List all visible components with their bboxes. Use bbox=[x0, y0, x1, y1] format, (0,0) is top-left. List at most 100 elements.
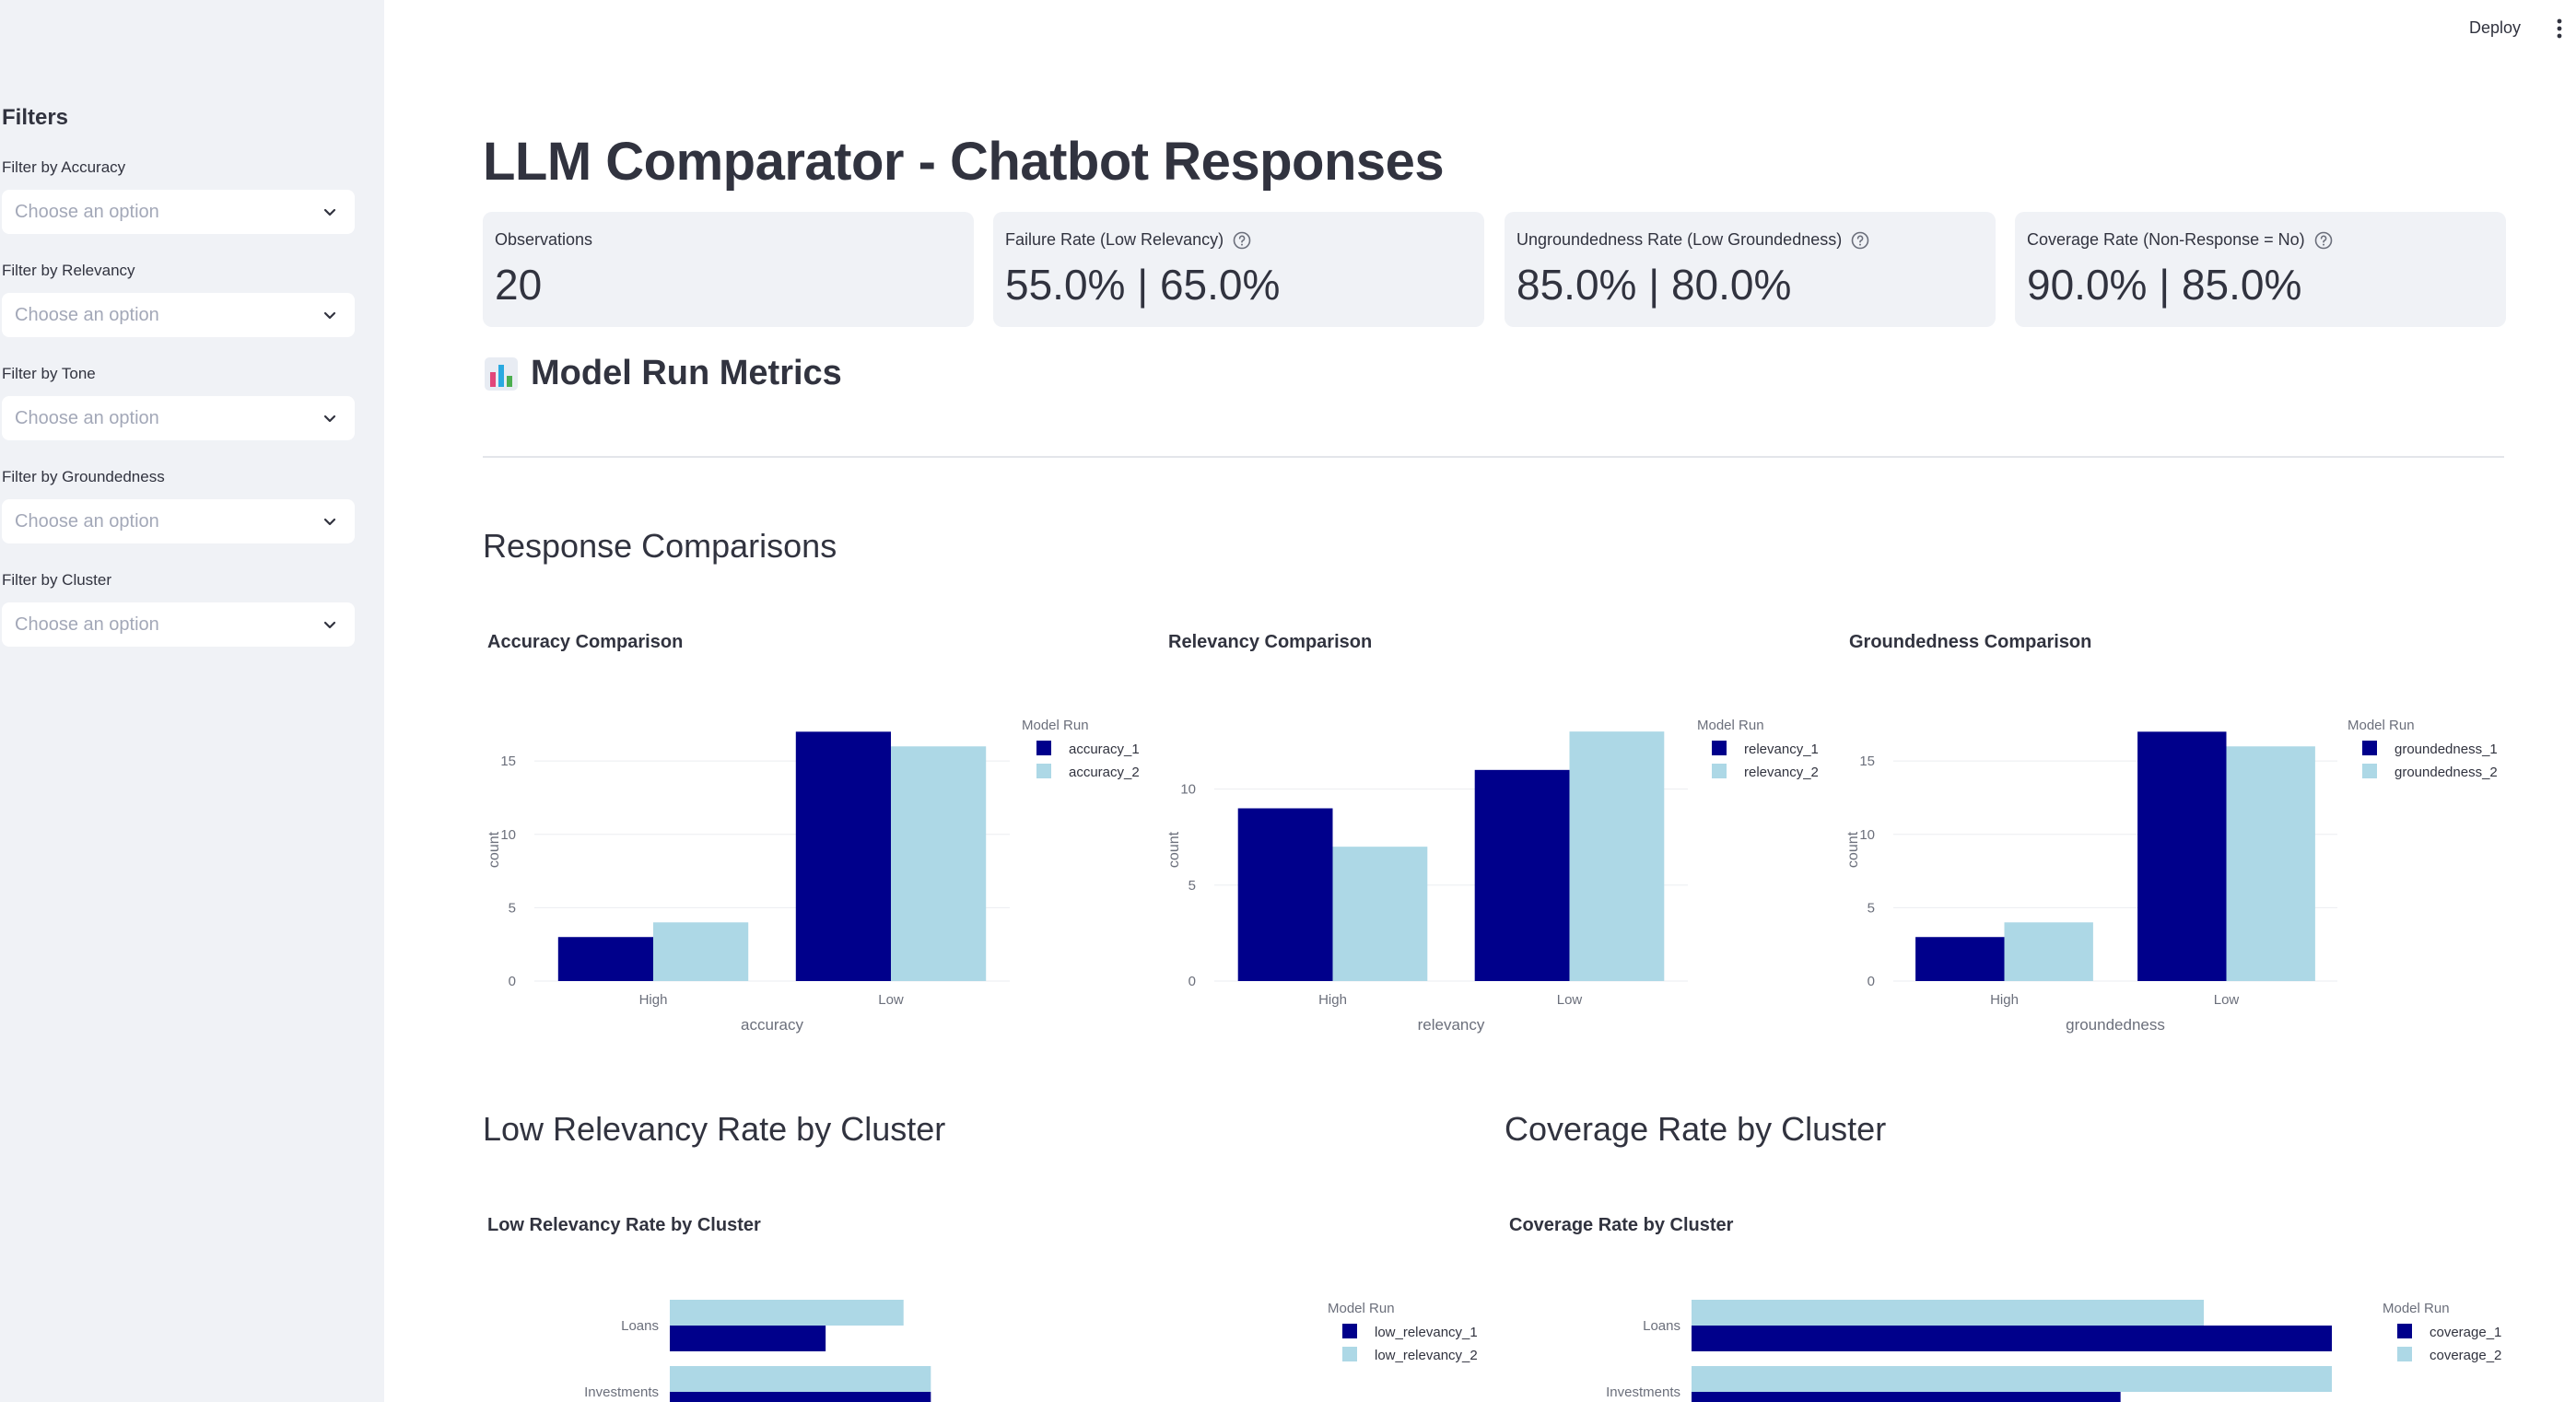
legend-swatch-accuracy_2 bbox=[1036, 764, 1051, 778]
bar-accuracy_2-high bbox=[653, 922, 749, 981]
sidebar: Filters Filter by Accuracy Choose an opt… bbox=[0, 0, 384, 1402]
y-tick-label: 10 bbox=[1859, 827, 1875, 843]
y-axis-label: count bbox=[486, 831, 502, 868]
chevron-down-icon bbox=[323, 311, 336, 320]
legend-swatch-groundedness_2 bbox=[2362, 764, 2377, 778]
y-tick-label: 15 bbox=[500, 754, 516, 769]
filter-relevancy-placeholder: Choose an option bbox=[15, 304, 159, 325]
help-icon[interactable] bbox=[1851, 231, 1869, 250]
filter-relevancy-select[interactable]: Choose an option bbox=[2, 293, 355, 337]
filter-cluster-placeholder: Choose an option bbox=[15, 613, 159, 635]
metric-failure-rate: Failure Rate (Low Relevancy) 55.0% | 65.… bbox=[993, 212, 1484, 327]
legend-label: coverage_1 bbox=[2430, 1325, 2501, 1340]
chart-title: Coverage Rate by Cluster bbox=[1509, 1215, 1734, 1235]
bar-relevancy_2-high bbox=[1332, 847, 1428, 981]
legend-label: groundedness_2 bbox=[2395, 765, 2498, 780]
metric-ungroundedness-rate: Ungroundedness Rate (Low Groundedness) 8… bbox=[1505, 212, 1996, 327]
filter-cluster-select[interactable]: Choose an option bbox=[2, 602, 355, 647]
chevron-down-icon bbox=[323, 518, 336, 526]
coverage-chart-svg: Loans Investments Model Run coverage_1cover… bbox=[1606, 1300, 2501, 1402]
coverage-cluster-chart: Coverage Rate by Cluster Loans Investment… bbox=[1505, 1209, 2518, 1402]
y-tick-label: 0 bbox=[509, 974, 516, 989]
bar-groundedness_1-high bbox=[1915, 937, 2005, 981]
legend-label: accuracy_1 bbox=[1069, 742, 1140, 757]
metric-label: Ungroundedness Rate (Low Groundedness) bbox=[1516, 230, 1843, 249]
y-tick-label: Loans bbox=[1643, 1318, 1680, 1334]
metric-label: Failure Rate (Low Relevancy) bbox=[1005, 230, 1224, 249]
legend-label: low_relevancy_1 bbox=[1375, 1325, 1478, 1340]
bar-groundedness_2-low bbox=[2226, 746, 2315, 981]
response-comparisons-title: Response Comparisons bbox=[483, 527, 837, 565]
y-tick-label: 5 bbox=[1868, 900, 1875, 916]
coverage-section-title: Coverage Rate by Cluster bbox=[1505, 1110, 1887, 1148]
filter-accuracy-placeholder: Choose an option bbox=[15, 201, 159, 222]
filter-groundedness-label: Filter by Groundedness bbox=[2, 468, 165, 485]
chart-title: Low Relevancy Rate by Cluster bbox=[487, 1215, 761, 1235]
y-tick-label: 10 bbox=[500, 827, 516, 843]
relevancy-comparison-chart: Relevancy Comparison 0 5 10 High Low relevanc… bbox=[1163, 626, 1826, 1050]
low-relevancy-cluster-chart: Low Relevancy Rate by Cluster Loans Inves… bbox=[483, 1209, 1496, 1402]
divider bbox=[483, 456, 2504, 458]
bar-accuracy_2-low bbox=[891, 746, 987, 981]
bar-accuracy_1-high bbox=[557, 937, 653, 981]
bar-relevancy_1-low bbox=[1474, 769, 1570, 981]
x-axis-label: accuracy bbox=[741, 1016, 804, 1034]
legend-title: Model Run bbox=[1697, 718, 1764, 733]
legend-title: Model Run bbox=[1022, 718, 1089, 733]
bar-relevancy_1-high bbox=[1237, 808, 1333, 981]
x-tick-label: Low bbox=[878, 992, 904, 1008]
x-tick-label: High bbox=[1990, 992, 2019, 1008]
bar-accuracy_1-low bbox=[795, 731, 891, 981]
bar-low_relevancy_1-loans bbox=[670, 1326, 826, 1351]
filter-accuracy-label: Filter by Accuracy bbox=[2, 158, 126, 176]
filter-groundedness-placeholder: Choose an option bbox=[15, 510, 159, 532]
section-title: Model Run Metrics bbox=[531, 354, 842, 392]
legend-swatch-groundedness_1 bbox=[2362, 741, 2377, 755]
chart-title: Accuracy Comparison bbox=[487, 632, 684, 652]
y-axis-label: count bbox=[1845, 831, 1861, 868]
y-tick-label: Loans bbox=[621, 1318, 659, 1334]
metric-coverage-rate: Coverage Rate (Non-Response = No) 90.0% … bbox=[2015, 212, 2506, 327]
filter-groundedness-select[interactable]: Choose an option bbox=[2, 499, 355, 543]
deploy-button[interactable]: Deploy bbox=[2469, 18, 2521, 38]
bar-groundedness_1-low bbox=[2137, 731, 2227, 981]
bar-groundedness_2-high bbox=[2004, 922, 2093, 981]
legend-label: groundedness_1 bbox=[2395, 742, 2498, 757]
metric-value: 55.0% | 65.0% bbox=[1005, 261, 1281, 309]
page-title: LLM Comparator - Chatbot Responses bbox=[483, 132, 1445, 192]
y-tick-label: 10 bbox=[1180, 782, 1196, 798]
model-run-metrics-heading: Model Run Metrics bbox=[483, 354, 842, 393]
bar-chart-icon bbox=[485, 356, 518, 391]
y-tick-label: 0 bbox=[1188, 974, 1196, 989]
x-tick-label: High bbox=[1318, 992, 1347, 1008]
chevron-down-icon bbox=[323, 415, 336, 423]
metric-label: Observations bbox=[495, 230, 593, 249]
sidebar-title: Filters bbox=[2, 105, 69, 130]
legend-swatch-coverage_2 bbox=[2397, 1347, 2412, 1361]
help-icon[interactable] bbox=[2314, 231, 2333, 250]
x-axis-label: relevancy bbox=[1418, 1016, 1485, 1034]
y-tick-label: Investments bbox=[584, 1384, 659, 1400]
filter-tone-label: Filter by Tone bbox=[2, 365, 96, 382]
chevron-down-icon bbox=[323, 621, 336, 629]
bar-coverage_2-loans bbox=[1692, 1300, 2204, 1326]
bar-relevancy_2-low bbox=[1569, 731, 1665, 981]
kebab-menu-icon[interactable] bbox=[2554, 17, 2565, 41]
bar-low_relevancy_1-investments bbox=[670, 1392, 931, 1402]
relevancy-chart-svg: 0 5 10 High Low relevancy count Model Run releva… bbox=[1166, 718, 1819, 1034]
filter-tone-select[interactable]: Choose an option bbox=[2, 396, 355, 440]
legend-label: relevancy_1 bbox=[1744, 742, 1819, 757]
legend-label: accuracy_2 bbox=[1069, 765, 1140, 780]
x-tick-label: Low bbox=[2214, 992, 2240, 1008]
chart-title: Relevancy Comparison bbox=[1168, 632, 1373, 652]
bar-coverage_2-investments bbox=[1692, 1366, 2332, 1392]
y-tick-label: 5 bbox=[1188, 878, 1196, 894]
bar-coverage_1-investments bbox=[1692, 1392, 2121, 1402]
bar-low_relevancy_2-investments bbox=[670, 1366, 931, 1392]
legend-label: low_relevancy_2 bbox=[1375, 1348, 1478, 1363]
help-icon[interactable] bbox=[1233, 231, 1251, 250]
legend-swatch-coverage_1 bbox=[2397, 1324, 2412, 1338]
filter-accuracy-select[interactable]: Choose an option bbox=[2, 190, 355, 234]
y-tick-label: Investments bbox=[1606, 1384, 1680, 1400]
groundedness-chart-svg: 0 5 10 15 High Low groundedness count Model Run g… bbox=[1845, 718, 2498, 1034]
